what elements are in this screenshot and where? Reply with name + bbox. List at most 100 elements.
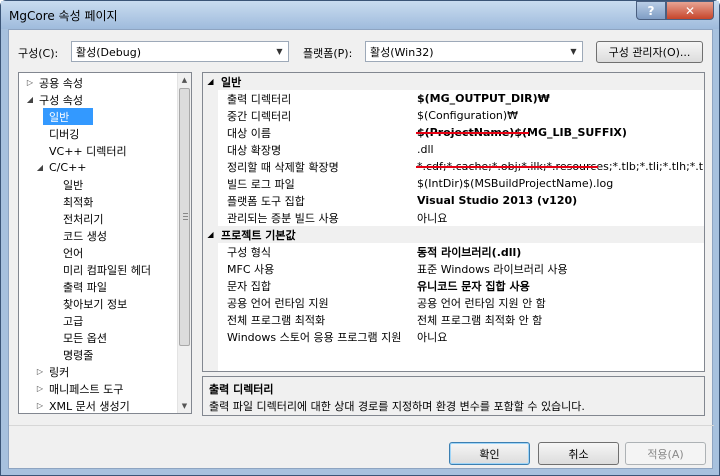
tree-item-label: 미리 컴파일된 헤더 xyxy=(63,263,151,277)
property-value[interactable]: 아니요 xyxy=(417,329,704,345)
tree-item[interactable]: 언어 xyxy=(19,244,179,261)
configuration-manager-button[interactable]: 구성 관리자(O)... xyxy=(596,41,703,63)
tree-item[interactable]: 출력 파일 xyxy=(19,278,179,295)
property-row[interactable]: 구성 형식 동적 라이브러리(.dll) xyxy=(203,243,704,260)
property-row[interactable]: 중간 디렉터리 $(Configuration)₩ xyxy=(203,107,704,124)
tree-item-label: 공용 속성 xyxy=(39,76,83,90)
property-name: 빌드 로그 파일 xyxy=(227,177,295,191)
apply-button[interactable]: 적용(A) xyxy=(625,442,706,465)
property-value[interactable]: .dll xyxy=(417,143,704,156)
tree-item[interactable]: ▷ 링커 xyxy=(19,363,179,380)
property-row[interactable]: 공용 언어 런타임 지원 공용 언어 런타임 지원 안 함 xyxy=(203,294,704,311)
property-row[interactable]: MFC 사용 표준 Windows 라이브러리 사용 xyxy=(203,260,704,277)
property-row[interactable]: 출력 디렉터리 $(MG_OUTPUT_DIR)₩ xyxy=(203,90,704,107)
property-name: MFC 사용 xyxy=(227,262,275,276)
property-value[interactable]: Visual Studio 2013 (v120) xyxy=(417,194,704,207)
tree-item[interactable]: ▷ XML 문서 생성기 xyxy=(19,397,179,413)
property-row[interactable]: 관리되는 증분 빌드 사용 아니요 xyxy=(203,209,704,226)
tree-item-label: 고급 xyxy=(63,314,84,328)
property-value[interactable]: 표준 Windows 라이브러리 사용 xyxy=(417,261,704,277)
property-grid[interactable]: ◢ 일반 출력 디렉터리 $(MG_OUTPUT_DIR)₩ 중간 디렉터리 $(Conf… xyxy=(202,72,705,372)
grip-icon xyxy=(183,216,188,217)
description-panel: 출력 디렉터리 출력 파일 디렉터리에 대한 상대 경로를 지정하며 환경 변수… xyxy=(202,376,705,416)
tree-item-label: 디버깅 xyxy=(49,127,80,141)
tree-item[interactable]: 모든 옵션 xyxy=(19,329,179,346)
collapse-icon[interactable]: ◢ xyxy=(35,163,45,172)
collapse-icon[interactable]: ◢ xyxy=(203,77,218,86)
tree-item[interactable]: ◢ 구성 속성 xyxy=(19,91,179,108)
expand-icon[interactable]: ▷ xyxy=(25,78,35,87)
property-value[interactable]: 전체 프로그램 최적화 안 함 xyxy=(417,312,704,328)
tree-item-label: 전처리기 xyxy=(63,212,104,226)
tree-item[interactable]: ◢ C/C++ xyxy=(19,159,179,176)
tree-item[interactable]: VC++ 디렉터리 xyxy=(19,142,179,159)
platform-dropdown[interactable]: 활성(Win32) ▼ xyxy=(365,41,583,62)
grip-icon xyxy=(183,213,188,214)
property-name: 문자 집합 xyxy=(227,279,271,293)
tree-item[interactable]: 코드 생성 xyxy=(19,227,179,244)
property-row[interactable]: Windows 스토어 응용 프로그램 지원 아니요 xyxy=(203,328,704,345)
tree-item[interactable]: 찾아보기 정보 xyxy=(19,295,179,312)
close-button[interactable]: ✕ xyxy=(666,1,714,20)
property-name: 중간 디렉터리 xyxy=(227,109,292,123)
tree-item[interactable]: 일반 xyxy=(19,176,179,193)
property-name: 전체 프로그램 최적화 xyxy=(227,313,326,327)
tree-item[interactable]: ▷ 매니페스트 도구 xyxy=(19,380,179,397)
tree-item[interactable]: 일반 xyxy=(43,108,93,125)
property-row[interactable]: 전체 프로그램 최적화 전체 프로그램 최적화 안 함 xyxy=(203,311,704,328)
property-value[interactable]: 동적 라이브러리(.dll) xyxy=(417,244,704,260)
config-toolbar: 구성(C): 활성(Debug) ▼ 플랫폼(P): 활성(Win32) ▼ 구… xyxy=(9,30,714,70)
property-row[interactable]: 빌드 로그 파일 $(IntDir)$(MSBuildProjectName).l… xyxy=(203,175,704,192)
tree-item-label: XML 문서 생성기 xyxy=(49,399,130,413)
property-value[interactable]: 유니코드 문자 집합 사용 xyxy=(417,278,704,294)
scroll-up-icon[interactable]: ▲ xyxy=(178,73,191,87)
property-name: 정리할 때 삭제할 확장명 xyxy=(227,160,339,174)
collapse-icon[interactable]: ◢ xyxy=(203,230,218,239)
title-bar[interactable]: MgCore 속성 페이지 ? ✕ xyxy=(1,1,719,29)
tree-item-label: VC++ 디렉터리 xyxy=(49,144,127,158)
dialog-window: MgCore 속성 페이지 ? ✕ 구성(C): 활성(Debug) ▼ 플랫폼… xyxy=(0,0,720,476)
cancel-button[interactable]: 취소 xyxy=(538,442,619,465)
tree-item[interactable]: 고급 xyxy=(19,312,179,329)
property-row[interactable]: 플랫폼 도구 집합 Visual Studio 2013 (v120) xyxy=(203,192,704,209)
expand-icon[interactable]: ▷ xyxy=(35,401,45,410)
tree-item[interactable]: 명령줄 xyxy=(19,346,179,363)
tree-scrollbar[interactable]: ▲ ▼ xyxy=(177,73,191,413)
category-title: 일반 xyxy=(221,75,242,89)
tree-item[interactable]: 미리 컴파일된 헤더 xyxy=(19,261,179,278)
property-value[interactable]: $(Configuration)₩ xyxy=(417,109,704,122)
tree-item[interactable]: 전처리기 xyxy=(19,210,179,227)
tree-item-label: 링커 xyxy=(49,365,70,379)
property-tree[interactable]: ▷ 찾아보기 정보 ▷ XML 문서 생성기 ▷ 매니페스트 도구 ▷ 링커 명령줄 모든 옵션 고… xyxy=(18,72,192,414)
property-value[interactable]: $(IntDir)$(MSBuildProjectName).log xyxy=(417,177,704,190)
tree-item-label: 일반 xyxy=(49,110,70,124)
property-row[interactable]: 대상 확장명 .dll xyxy=(203,141,704,158)
tree-item-label: 언어 xyxy=(63,246,84,260)
category-row[interactable]: ◢ 일반 xyxy=(203,73,704,90)
tree-item-label: 구성 속성 xyxy=(39,93,83,107)
property-value[interactable]: $(MG_OUTPUT_DIR)₩ xyxy=(417,92,704,105)
expand-icon[interactable]: ▷ xyxy=(35,367,45,376)
tree-item-label: 모든 옵션 xyxy=(63,331,107,345)
property-name: Windows 스토어 응용 프로그램 지원 xyxy=(227,330,402,344)
tree-item[interactable]: ▷ 공용 속성 xyxy=(19,74,179,91)
scrollbar-thumb[interactable] xyxy=(179,88,190,346)
property-name: 대상 이름 xyxy=(227,126,271,140)
tree-item-label: 명령줄 xyxy=(63,348,94,362)
tree-item[interactable]: 디버깅 xyxy=(19,125,179,142)
expand-icon[interactable]: ▷ xyxy=(35,384,45,393)
property-value[interactable]: 아니요 xyxy=(417,210,704,226)
category-row[interactable]: ◢ 프로젝트 기본값 xyxy=(203,226,704,243)
help-button[interactable]: ? xyxy=(636,1,666,20)
configuration-dropdown[interactable]: 활성(Debug) ▼ xyxy=(71,41,289,62)
tree-item[interactable]: 최적화 xyxy=(19,193,179,210)
description-text: 출력 파일 디렉터리에 대한 상대 경로를 지정하며 환경 변수를 포함할 수 … xyxy=(209,400,585,413)
property-row[interactable]: 문자 집합 유니코드 문자 집합 사용 xyxy=(203,277,704,294)
annotation-underline xyxy=(416,132,529,134)
collapse-icon[interactable]: ◢ xyxy=(25,95,35,104)
property-name: 관리되는 증분 빌드 사용 xyxy=(227,211,339,225)
configuration-label: 구성(C): xyxy=(18,47,59,60)
property-value[interactable]: 공용 언어 런타임 지원 안 함 xyxy=(417,295,704,311)
scroll-down-icon[interactable]: ▼ xyxy=(178,399,191,413)
ok-button[interactable]: 확인 xyxy=(449,442,530,465)
